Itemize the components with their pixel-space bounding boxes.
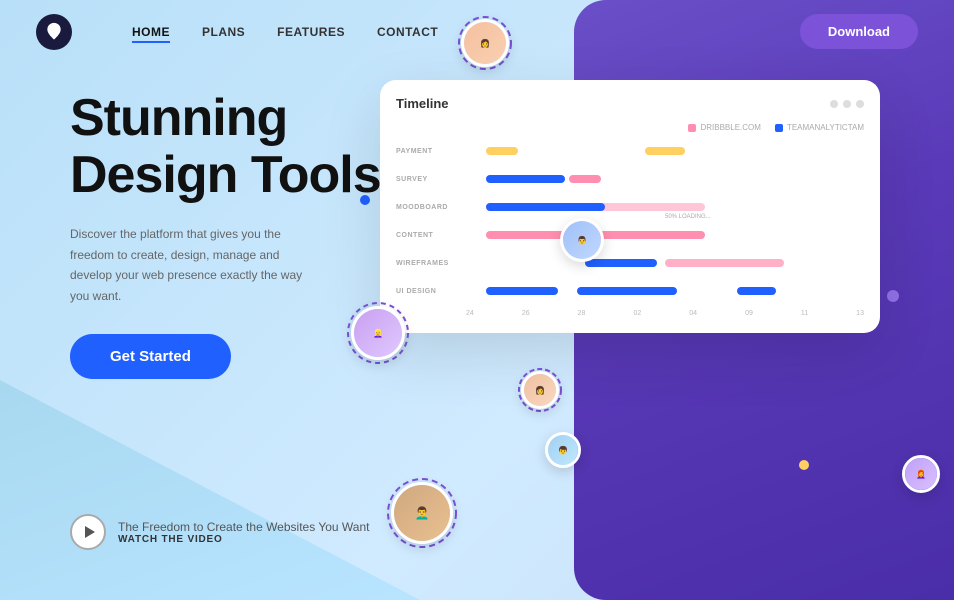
gantt-bar xyxy=(665,259,784,267)
row-label-content: CONTENT xyxy=(396,232,466,239)
gantt-row-wireframes: WIREFRAMES xyxy=(396,252,864,274)
video-cta: The Freedom to Create the Websites You W… xyxy=(70,514,369,550)
dot-purple-1 xyxy=(887,290,899,302)
timeline-title: Timeline xyxy=(396,96,449,111)
avatar-top: 👩 xyxy=(461,19,509,67)
legend-item-team: TEAMANALYTICTAM xyxy=(775,123,864,132)
avatar-top-wrapper: 👩 xyxy=(460,18,510,68)
avatar-bottom: 👨‍🦱 xyxy=(391,482,453,544)
video-text: The Freedom to Create the Websites You W… xyxy=(118,520,369,545)
axis-label: 24 xyxy=(466,310,474,317)
gantt-rows: PAYMENT SURVEY MOODBOARD CONTENT xyxy=(396,140,864,302)
gantt-bar xyxy=(486,147,518,155)
nav-links: HOME PLANS FEATURES CONTACT xyxy=(132,23,438,41)
loading-label: 50% LOADING... xyxy=(665,214,711,220)
axis-label: 26 xyxy=(522,310,530,317)
gantt-bar xyxy=(486,175,566,183)
gantt-bar xyxy=(577,287,677,295)
avatar-container-top: 👩 xyxy=(460,18,510,68)
nav-item-plans[interactable]: PLANS xyxy=(202,23,245,41)
window-controls xyxy=(830,100,864,108)
row-label-payment: PAYMENT xyxy=(396,148,466,155)
avatar-container-uidesign: 👩 xyxy=(520,370,560,410)
gantt-row-payment: PAYMENT xyxy=(396,140,864,162)
gantt-area-wireframes xyxy=(466,252,864,274)
gantt-bar xyxy=(645,147,685,155)
axis-label: 11 xyxy=(801,310,808,317)
gantt-row-moodboard: MOODBOARD xyxy=(396,196,864,218)
nav-item-home[interactable]: HOME xyxy=(132,23,170,41)
gantt-axis: 24 26 28 02 04 09 11 13 xyxy=(396,310,864,317)
legend-dot-blue xyxy=(775,124,783,132)
axis-label: 13 xyxy=(856,310,864,317)
legend-label-team: TEAMANALYTICTAM xyxy=(787,123,864,132)
nav-item-features[interactable]: FEATURES xyxy=(277,23,345,41)
video-watch-label[interactable]: WATCH THE VIDEO xyxy=(118,534,369,545)
wc-3 xyxy=(856,100,864,108)
hero-description: Discover the platform that gives you the… xyxy=(70,224,310,306)
gantt-row-content: CONTENT 50% LOADING... xyxy=(396,224,864,246)
gantt-area-uidesign xyxy=(466,280,864,302)
gantt-bar xyxy=(569,175,601,183)
avatar-floating: 👦 xyxy=(545,432,581,468)
row-label-moodboard: MOODBOARD xyxy=(396,204,466,211)
gantt-area-survey xyxy=(466,168,864,190)
timeline-header: Timeline xyxy=(396,96,864,111)
row-label-survey: SURVEY xyxy=(396,176,466,183)
legend-dot-pink xyxy=(688,124,696,132)
video-main-text: The Freedom to Create the Websites You W… xyxy=(118,520,369,534)
row-label-wireframes: WIREFRAMES xyxy=(396,260,466,267)
axis-label: 28 xyxy=(578,310,586,317)
wc-1 xyxy=(830,100,838,108)
axis-label: 09 xyxy=(745,310,753,317)
gantt-row-uidesign: UI DESIGN xyxy=(396,280,864,302)
gantt-bar xyxy=(585,259,657,267)
axis-label: 04 xyxy=(689,310,697,317)
avatar-uidesign-wrapper: 👩 xyxy=(520,370,560,410)
gantt-bar xyxy=(486,203,605,211)
timeline-card: Timeline DRIBBBLE.COM TEAMANALYTICTAM PA… xyxy=(380,80,880,333)
axis-label: 02 xyxy=(633,310,641,317)
play-button[interactable] xyxy=(70,514,106,550)
legend-item-dribbble: DRIBBBLE.COM xyxy=(688,123,760,132)
gantt-area-content: 50% LOADING... xyxy=(466,224,864,246)
nav-item-contact[interactable]: CONTACT xyxy=(377,23,438,41)
hero-section: Stunning Design Tools Discover the platf… xyxy=(70,90,390,379)
gantt-bar xyxy=(486,287,558,295)
avatar-container-bottom: 👨‍🦱 xyxy=(390,481,454,545)
avatar-uidesign: 👩 xyxy=(521,371,559,409)
hero-title: Stunning Design Tools xyxy=(70,90,390,204)
legend-label-dribbble: DRIBBBLE.COM xyxy=(700,123,760,132)
gantt-legend: DRIBBBLE.COM TEAMANALYTICTAM xyxy=(396,123,864,132)
avatar-small-right: 👩‍🦰 xyxy=(902,455,940,493)
avatar-right-wrapper: 👱‍♀️ xyxy=(350,305,406,361)
avatar-mid: 👨 xyxy=(560,218,604,262)
dot-yellow-1 xyxy=(799,460,809,470)
gantt-area-payment xyxy=(466,140,864,162)
wc-2 xyxy=(843,100,851,108)
avatar-container-right: 👱‍♀️ xyxy=(350,305,406,361)
get-started-button[interactable]: Get Started xyxy=(70,334,231,379)
avatar-right: 👱‍♀️ xyxy=(351,306,405,360)
gantt-bar xyxy=(737,287,777,295)
avatar-bottom-wrapper: 👨‍🦱 xyxy=(390,481,454,545)
download-button[interactable]: Download xyxy=(800,14,918,49)
gantt-row-survey: SURVEY xyxy=(396,168,864,190)
row-label-uidesign: UI DESIGN xyxy=(396,288,466,295)
logo[interactable] xyxy=(36,14,72,50)
